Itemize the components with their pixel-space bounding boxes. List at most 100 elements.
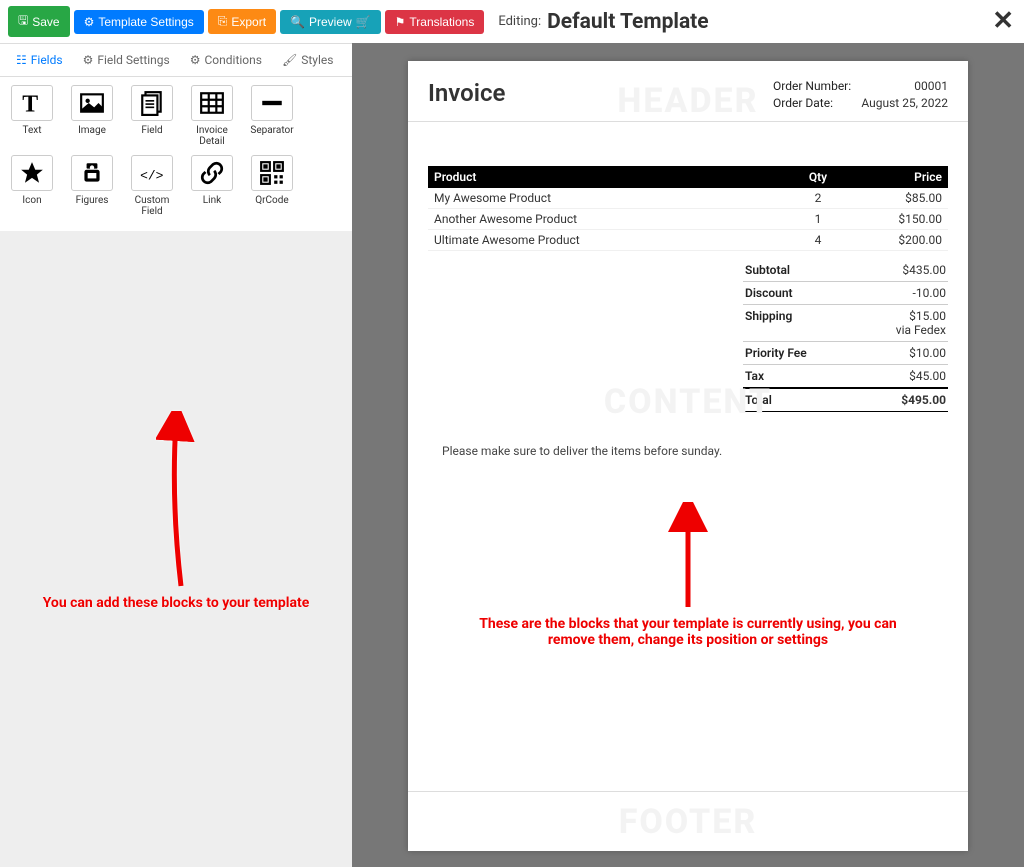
page-content-region[interactable]: CONTENT Product Qty Price My Awesome Pro… [408,122,968,791]
block-qrcode[interactable]: QrCode [246,155,298,217]
totals-label: Tax [745,369,764,383]
sidebar-hint: You can add these blocks to your templat… [0,411,352,611]
editing-label: Editing: [498,14,541,29]
order-meta[interactable]: Order Number: 00001 Order Date: August 2… [773,79,948,113]
template-name: Default Template [547,10,709,34]
block-icon[interactable]: Icon [6,155,58,217]
block-image[interactable]: Image [66,85,118,147]
field-icon [131,85,173,121]
items-table[interactable]: Product Qty Price My Awesome Product2$85… [428,166,948,251]
text-icon: T [11,85,53,121]
export-icon: ⎘ [218,14,228,29]
block-figures[interactable]: Figures [66,155,118,217]
block-text[interactable]: TText [6,85,58,147]
qrcode-icon [251,155,293,191]
close-icon[interactable]: ✕ [992,6,1014,36]
table-row[interactable]: Another Awesome Product1$150.00 [428,209,948,230]
totals[interactable]: Subtotal$435.00Discount-10.00Shipping$15… [743,259,948,412]
save-icon: 🖫 [18,11,28,32]
tab-field-settings-label: Field Settings [97,53,169,67]
table-row[interactable]: My Awesome Product2$85.00 [428,188,948,209]
tab-styles[interactable]: 🖌 Styles [272,44,343,76]
tab-conditions-label: Conditions [205,53,262,67]
block-custom-field[interactable]: </> Custom Field [126,155,178,217]
figures-icon [71,155,113,191]
invoice-detail-icon [191,85,233,121]
tab-fields[interactable]: ☷ Fields [6,44,73,76]
block-label: QrCode [246,195,298,206]
blocks-palette: TTextImage Field Invoice Detail Separator Ic… [0,77,352,231]
translations-label: Translations [409,15,474,29]
col-qty: Qty [778,166,858,188]
block-label: Link [186,195,238,206]
totals-value: -10.00 [913,286,946,300]
save-button[interactable]: 🖫 Save [8,6,70,37]
svg-text:</>: </> [140,169,164,184]
template-page[interactable]: HEADER Invoice Order Number: 00001 Order… [408,61,968,851]
order-date-label: Order Date: [773,96,833,110]
page-header-region[interactable]: HEADER Invoice Order Number: 00001 Order… [408,61,968,121]
canvas-hint-text: These are the blocks that your template … [468,616,908,648]
block-label: Figures [66,195,118,206]
totals-value: $435.00 [902,263,946,277]
order-number-value: 00001 [914,79,948,93]
block-label: Field [126,125,178,136]
arrow-icon [156,411,196,591]
totals-label: Shipping [745,309,792,337]
tab-conditions[interactable]: ⚙ Conditions [180,44,272,76]
svg-text:T: T [22,92,38,116]
flag-icon: ⚑ [395,15,406,29]
tab-styles-label: Styles [301,53,333,67]
totals-row: Tax $45.00 [743,364,948,387]
canvas-hint: These are the blocks that your template … [468,502,908,648]
cell-price: $150.00 [858,209,948,230]
block-field[interactable]: Field [126,85,178,147]
block-link[interactable]: Link [186,155,238,217]
sidebar-tabs: ☷ Fields ⚙ Field Settings ⚙ Conditions 🖌… [0,43,352,77]
tab-fields-label: Fields [31,53,63,67]
totals-row: Discount -10.00 [743,281,948,304]
gear-icon: ⚙ [190,53,201,67]
link-icon [191,155,233,191]
template-settings-button[interactable]: ⚙ Template Settings [74,10,204,34]
cell-qty: 2 [778,188,858,209]
totals-row: Subtotal$435.00 [743,259,948,281]
list-icon: ☷ [16,53,27,67]
cell-qty: 4 [778,230,858,251]
page-footer-region[interactable]: FOOTER [408,791,968,851]
block-label: Separator [246,125,298,136]
totals-row: Total$495.00 [743,387,948,412]
image-icon [71,85,113,121]
table-row[interactable]: Ultimate Awesome Product4$200.00 [428,230,948,251]
separator-icon [251,85,293,121]
totals-value: $45.00 [909,369,946,383]
sidebar: ☷ Fields ⚙ Field Settings ⚙ Conditions 🖌… [0,43,352,867]
cell-price: $200.00 [858,230,948,251]
custom-field-icon: </> [131,155,173,191]
totals-label: Total [745,393,772,407]
totals-label: Discount [745,286,793,300]
toolbar: 🖫 Save ⚙ Template Settings ⎘ Export 🔍 Pr… [0,0,1024,43]
col-price: Price [858,166,948,188]
arrow-icon [668,502,708,612]
export-button[interactable]: ⎘ Export [208,9,276,34]
translations-button[interactable]: ⚑ Translations [385,10,485,34]
cell-product: Another Awesome Product [428,209,778,230]
cell-price: $85.00 [858,188,948,209]
brush-icon: 🖌 [282,53,297,67]
col-product: Product [428,166,778,188]
block-label: Custom Field [126,195,178,217]
preview-button[interactable]: 🔍 Preview 🛒 [280,10,381,34]
delivery-note[interactable]: Please make sure to deliver the items be… [428,444,948,458]
footer-watermark: FOOTER [619,802,758,842]
block-invoice-detail[interactable]: Invoice Detail [186,85,238,147]
preview-label: Preview [309,15,352,29]
block-label: Invoice Detail [186,125,238,147]
totals-value: $10.00 [909,346,946,360]
block-label: Icon [6,195,58,206]
totals-label: Priority Fee [745,346,807,360]
cell-qty: 1 [778,209,858,230]
block-separator[interactable]: Separator [246,85,298,147]
tab-field-settings[interactable]: ⚙ Field Settings [73,44,180,76]
cart-icon: 🛒 [356,15,371,29]
